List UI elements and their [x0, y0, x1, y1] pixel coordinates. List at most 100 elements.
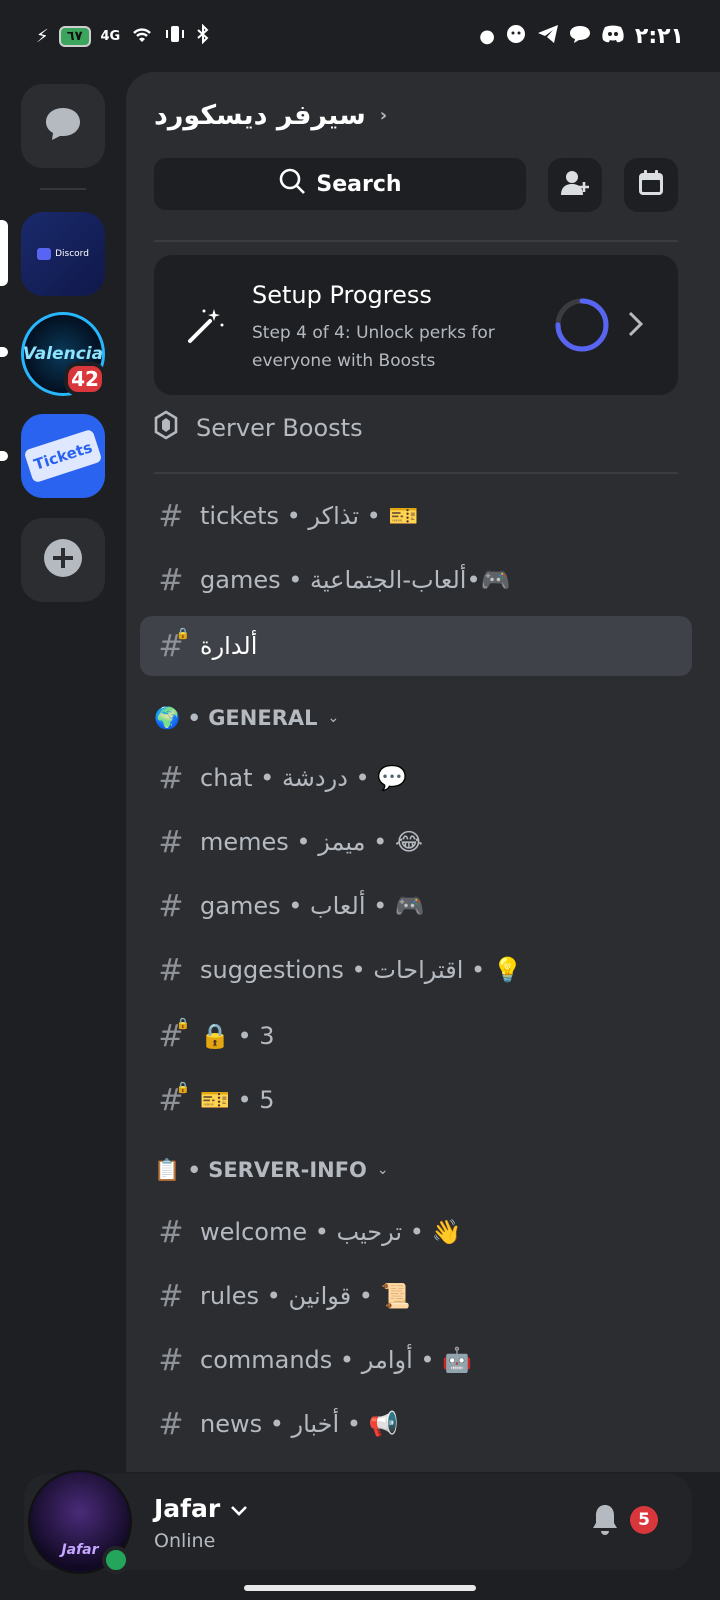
hashtag-icon: # — [158, 1406, 184, 1442]
online-status-indicator — [102, 1546, 130, 1574]
chevron-right-icon: › — [379, 105, 388, 126]
add-server-button[interactable] — [21, 518, 105, 602]
direct-messages-button[interactable] — [21, 84, 105, 168]
channel-name: chat • دردشة • 💬 — [200, 764, 408, 792]
channel-admin[interactable]: # 🔒 ألدارة — [140, 616, 692, 676]
setup-progress-card[interactable]: Setup Progress Step 4 of 4: Unlock perks… — [154, 255, 678, 395]
hashtag-icon: # — [158, 1342, 184, 1378]
events-button[interactable] — [624, 158, 678, 212]
channel-name: games • ألعاب • 🎮 — [200, 892, 425, 920]
tickets-label: Tickets — [23, 428, 103, 484]
server-tickets[interactable]: Tickets — [21, 414, 105, 498]
progress-ring — [554, 297, 610, 357]
valencia-label: Valencia — [22, 344, 104, 364]
hashtag-icon: # — [158, 1278, 184, 1314]
locked-hashtag-icon: # 🔒 — [158, 626, 190, 664]
server-rail: Discord Valencia 42 Tickets — [0, 72, 126, 1472]
hashtag-icon: # — [158, 760, 184, 796]
status-right: ● ٢:٢١ — [479, 23, 684, 50]
search-label: Search — [316, 171, 402, 197]
channel-name: memes • ميمز • 😂 — [200, 828, 423, 856]
channel-name: rules • قوانين • 📜 — [200, 1282, 411, 1310]
bluetooth-icon — [196, 23, 210, 49]
search-button[interactable]: Search — [154, 158, 526, 210]
vibrate-icon — [164, 24, 186, 49]
hashtag-icon: # — [158, 888, 184, 924]
channel-tickets[interactable]: # tickets • تذاكر • 🎫 — [140, 486, 692, 546]
channel-name: games • ألعاب-الجتماعية•🎮 — [200, 566, 511, 594]
channel-suggestions[interactable]: # suggestions • اقتراحات • 💡 — [140, 940, 692, 1000]
add-user-icon — [560, 168, 590, 202]
channel-commands[interactable]: # commands • أوامر • 🤖 — [140, 1330, 692, 1390]
server-header[interactable]: سيرفر ديسكورد › — [154, 100, 387, 131]
chevron-down-icon — [230, 1494, 248, 1523]
channel-name: welcome • ترحيب • 👋 — [200, 1218, 462, 1246]
channel-games[interactable]: # games • ألعاب • 🎮 — [140, 876, 692, 936]
category-server-info[interactable]: 📋 • SERVER-INFO ⌄ — [154, 1150, 389, 1190]
channel-name: tickets • تذاكر • 🎫 — [200, 502, 419, 530]
selected-server-indicator — [0, 220, 8, 286]
unread-indicator — [0, 347, 8, 357]
discord-logo-icon — [37, 248, 52, 260]
locked-hashtag-icon: # 🔒 — [158, 1016, 190, 1054]
home-indicator[interactable] — [244, 1585, 476, 1591]
channel-panel: سيرفر ديسكورد › Search Setup Progress St… — [126, 72, 720, 1472]
dot-icon: ● — [479, 25, 495, 47]
setup-title: Setup Progress — [252, 281, 432, 309]
hashtag-icon: # — [158, 562, 184, 598]
channel-locked-5[interactable]: # 🔒 🎫 • 5 — [140, 1070, 692, 1130]
hashtag-icon: # — [158, 1214, 184, 1250]
channel-rules[interactable]: # rules • قوانين • 📜 — [140, 1266, 692, 1326]
user-status: Online — [154, 1530, 216, 1552]
chevron-right-icon — [626, 309, 646, 343]
channel-name: suggestions • اقتراحات • 💡 — [200, 956, 523, 984]
app-notification-icon — [505, 23, 527, 50]
category-general[interactable]: 🌍 • GENERAL ⌄ — [154, 698, 339, 738]
mention-badge: 42 — [64, 362, 106, 396]
network-type: 4G — [100, 28, 121, 44]
channel-name: 🎫 • 5 — [200, 1086, 275, 1114]
server-discord[interactable]: Discord — [21, 212, 105, 296]
boost-gem-icon — [154, 410, 178, 446]
calendar-icon — [636, 168, 666, 202]
channel-name: ألدارة — [200, 632, 258, 660]
locked-hashtag-icon: # 🔒 — [158, 1080, 190, 1118]
channel-news[interactable]: # news • أخبار • 📢 — [140, 1394, 692, 1454]
clock: ٢:٢١ — [634, 23, 684, 49]
telegram-icon — [537, 24, 559, 49]
category-label: 🌍 • GENERAL — [154, 705, 318, 730]
channel-name: news • أخبار • 📢 — [200, 1410, 399, 1438]
server-boosts-item[interactable]: Server Boosts — [154, 407, 363, 449]
hashtag-icon: # — [158, 824, 184, 860]
divider — [154, 472, 678, 474]
message-bubble-icon — [43, 104, 83, 148]
channel-chat[interactable]: # chat • دردشة • 💬 — [140, 748, 692, 808]
status-left: ⚡ ٦٧ 4G — [36, 23, 210, 49]
wifi-icon — [130, 24, 154, 49]
unread-indicator — [0, 451, 8, 461]
category-label: 📋 • SERVER-INFO — [154, 1157, 367, 1182]
bell-icon[interactable] — [590, 1502, 620, 1540]
channel-locked-3[interactable]: # 🔒 🔒 • 3 — [140, 1006, 692, 1066]
battery-indicator: ٦٧ — [58, 25, 91, 47]
search-icon — [278, 167, 306, 201]
boosts-label: Server Boosts — [196, 414, 363, 442]
magic-wand-icon — [186, 305, 226, 349]
notification-badge: 5 — [630, 1506, 658, 1534]
channel-name: commands • أوامر • 🤖 — [200, 1346, 473, 1374]
invite-members-button[interactable] — [548, 158, 602, 212]
divider — [154, 240, 678, 242]
channel-social-games[interactable]: # games • ألعاب-الجتماعية•🎮 — [140, 550, 692, 610]
user-panel[interactable]: Jafar Jafar Online 5 — [24, 1470, 692, 1574]
server-name: سيرفر ديسكورد — [154, 100, 366, 131]
battery-level: ٦٧ — [58, 25, 91, 47]
chat-bubble-icon — [569, 24, 591, 49]
discord-icon — [601, 24, 625, 49]
hashtag-icon: # — [158, 952, 184, 988]
avatar-text: Jafar — [61, 1542, 99, 1558]
discord-tile-label: Discord — [55, 249, 89, 259]
rail-separator — [40, 188, 86, 190]
channel-memes[interactable]: # memes • ميمز • 😂 — [140, 812, 692, 872]
username[interactable]: Jafar — [154, 1494, 248, 1523]
channel-welcome[interactable]: # welcome • ترحيب • 👋 — [140, 1202, 692, 1262]
